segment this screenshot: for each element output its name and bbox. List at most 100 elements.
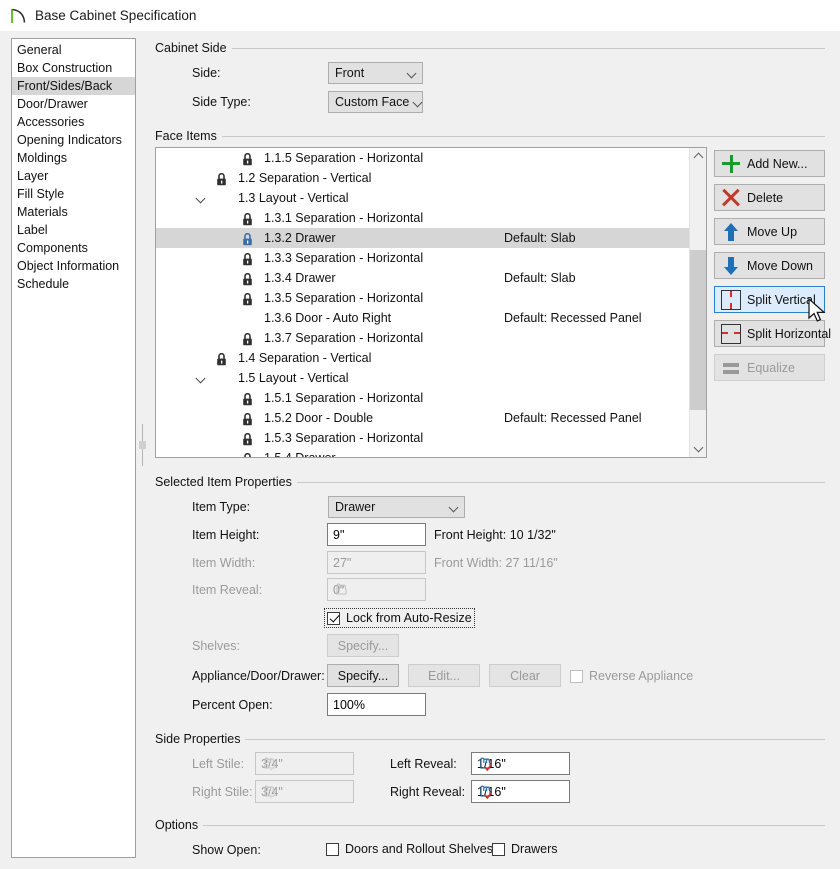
face-items-scrollbar[interactable] (689, 148, 706, 457)
doors-rollout-shelves-checkbox[interactable]: Doors and Rollout Shelves (326, 842, 493, 856)
chevron-down-icon (407, 68, 418, 79)
sidebar-item-layer[interactable]: Layer (12, 167, 135, 185)
item-reveal-label: Item Reveal: (192, 583, 263, 597)
sidebar-item-door-drawer[interactable]: Door/Drawer (12, 95, 135, 113)
sidebar-item-object-information[interactable]: Object Information (12, 257, 135, 275)
shelves-specify-button: Specify... (327, 634, 399, 657)
chevron-down-icon[interactable] (193, 188, 209, 208)
sidebar-item-general[interactable]: General (12, 41, 135, 59)
equalize-icon (721, 358, 741, 378)
percent-open-label: Percent Open: (192, 698, 273, 712)
face-item-row[interactable]: 1.3.4 Drawer Default: Slab (156, 268, 690, 288)
item-height-value: 9" (333, 527, 345, 542)
lock-auto-resize-box[interactable] (327, 611, 340, 625)
face-item-row[interactable]: 1.5.3 Separation - Horizontal (156, 428, 690, 448)
sidebar-item-moldings[interactable]: Moldings (12, 149, 135, 167)
appliance-edit-label: Edit... (428, 668, 460, 683)
sidebar-item-label[interactable]: Label (12, 221, 135, 239)
face-item-row[interactable]: 1.4 Separation - Vertical (156, 348, 690, 368)
sidebar-item-box-construction[interactable]: Box Construction (12, 59, 135, 77)
face-item-label: 1.5.4 Drawer (264, 448, 336, 457)
delete-label: Delete (747, 190, 784, 205)
lock-icon (242, 152, 253, 166)
drawers-checkbox[interactable]: Drawers (492, 842, 558, 856)
splitter-grip[interactable] (139, 441, 146, 449)
face-item-row[interactable]: 1.1.5 Separation - Horizontal (156, 148, 690, 168)
appliance-edit-button: Edit... (408, 664, 480, 687)
scroll-up-arrow-icon[interactable] (690, 148, 706, 165)
split-vertical-button[interactable]: Split Vertical (714, 286, 825, 313)
category-sidebar[interactable]: General Box Construction Front/Sides/Back D… (11, 38, 136, 858)
delete-button[interactable]: Delete (714, 184, 825, 211)
face-item-row[interactable]: 1.3.3 Separation - Horizontal (156, 248, 690, 268)
hand-check-icon[interactable] (477, 783, 494, 800)
scrollbar-thumb[interactable] (690, 250, 706, 410)
chevron-down-icon (413, 97, 418, 108)
dialog-base-cabinet-specification: Base Cabinet Specification General Box Co… (0, 0, 840, 869)
split-horizontal-button[interactable]: Split Horizontal (714, 320, 831, 347)
face-item-row[interactable]: 1.3.7 Separation - Horizontal (156, 328, 690, 348)
move-up-label: Move Up (747, 224, 798, 239)
face-item-row[interactable]: 1.5.2 Door - Double Default: Recessed Pan… (156, 408, 690, 428)
face-item-detail: Default: Recessed Panel (504, 411, 642, 425)
face-item-row[interactable]: 1.2 Separation - Vertical (156, 168, 690, 188)
equalize-label: Equalize (747, 360, 795, 375)
face-items-tree[interactable]: 1.1.5 Separation - Horizontal 1.2 Separat… (155, 147, 707, 458)
lock-auto-resize-label: Lock from Auto-Resize (346, 611, 472, 625)
side-dropdown[interactable]: Front (328, 62, 423, 84)
left-stile-input: 3/4" (255, 752, 354, 775)
group-side-properties-line (155, 739, 825, 740)
sidebar-item-front-sides-back[interactable]: Front/Sides/Back (12, 77, 135, 95)
group-selected-item-title: Selected Item Properties (155, 475, 297, 489)
sidebar-item-components[interactable]: Components (12, 239, 135, 257)
face-item-label: 1.4 Separation - Vertical (238, 351, 372, 365)
face-item-row[interactable]: 1.3.1 Separation - Horizontal (156, 208, 690, 228)
move-up-button[interactable]: Move Up (714, 218, 825, 245)
right-reveal-label: Right Reveal: (390, 785, 466, 799)
sidebar-item-opening-indicators[interactable]: Opening Indicators (12, 131, 135, 149)
doors-rollout-shelves-box[interactable] (326, 842, 339, 856)
face-item-row-selected[interactable]: 1.3.2 Drawer Default: Slab (156, 228, 690, 248)
drawers-box[interactable] (492, 842, 505, 856)
scroll-down-arrow-icon[interactable] (690, 440, 706, 457)
lock-auto-resize-checkbox[interactable]: Lock from Auto-Resize (324, 608, 475, 628)
add-new-button[interactable]: Add New... (714, 150, 825, 177)
face-item-row[interactable]: 1.5.1 Separation - Horizontal (156, 388, 690, 408)
face-item-label: 1.2 Separation - Vertical (238, 171, 372, 185)
face-item-row[interactable]: 1.3.5 Separation - Horizontal (156, 288, 690, 308)
appliance-specify-button[interactable]: Specify... (327, 664, 399, 687)
item-type-dropdown[interactable]: Drawer (328, 496, 465, 518)
sidebar-item-materials[interactable]: Materials (12, 203, 135, 221)
move-down-button[interactable]: Move Down (714, 252, 825, 279)
dim-hand-icon (333, 581, 350, 598)
face-item-label: 1.1.5 Separation - Horizontal (264, 151, 424, 165)
side-type-dropdown[interactable]: Custom Face (328, 91, 423, 113)
split-vertical-icon (721, 289, 741, 310)
right-stile-label: Right Stile: (192, 785, 253, 799)
face-item-label: 1.3.1 Separation - Horizontal (264, 211, 424, 225)
face-item-row[interactable]: 1.3.6 Door - Auto Right Default: Recessed… (156, 308, 690, 328)
chevron-down-icon (449, 502, 460, 513)
right-stile-input: 3/4" (255, 780, 354, 803)
face-item-row[interactable]: 1.3 Layout - Vertical (156, 188, 690, 208)
percent-open-input[interactable]: 100% (327, 693, 426, 716)
lock-icon (242, 452, 253, 457)
item-height-input[interactable]: 9" (327, 523, 426, 546)
lock-icon (242, 432, 253, 446)
hand-check-icon[interactable] (477, 755, 494, 772)
item-type-value: Drawer (335, 500, 376, 514)
left-reveal-input[interactable]: 1/16" (471, 752, 570, 775)
face-item-row[interactable]: 1.5.4 Drawer (156, 448, 690, 457)
sidebar-item-fill-style[interactable]: Fill Style (12, 185, 135, 203)
percent-open-value: 100% (333, 697, 365, 712)
sidebar-item-accessories[interactable]: Accessories (12, 113, 135, 131)
group-options-line (155, 825, 825, 826)
face-items-tree-rows[interactable]: 1.1.5 Separation - Horizontal 1.2 Separat… (156, 148, 690, 457)
right-reveal-input[interactable]: 1/16" (471, 780, 570, 803)
face-item-row[interactable]: 1.5 Layout - Vertical (156, 368, 690, 388)
chevron-down-icon[interactable] (193, 368, 209, 388)
add-new-label: Add New... (747, 156, 808, 171)
sidebar-item-schedule[interactable]: Schedule (12, 275, 135, 293)
panel-splitter[interactable] (139, 424, 146, 466)
window-title: Base Cabinet Specification (35, 8, 197, 23)
